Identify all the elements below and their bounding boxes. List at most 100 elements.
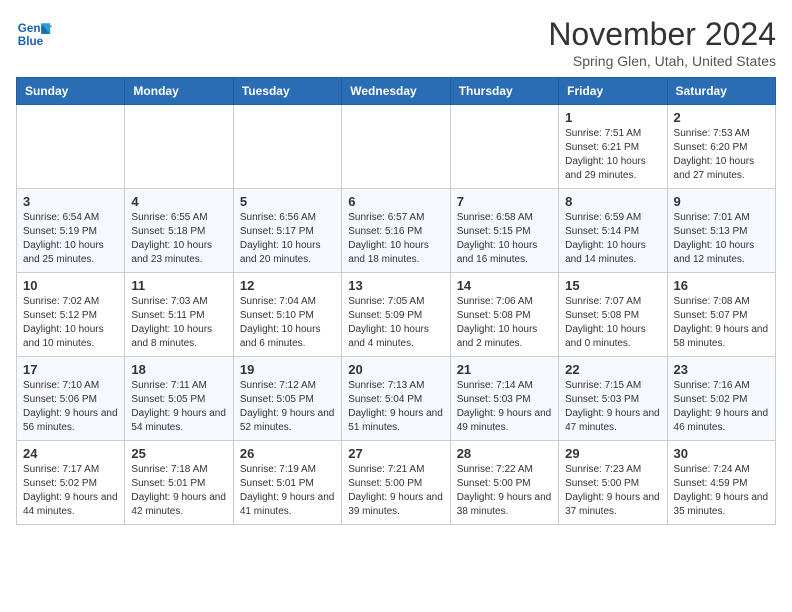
calendar-cell: 1 Sunrise: 7:51 AM Sunset: 6:21 PM Daylig… bbox=[559, 105, 667, 189]
day-number: 23 bbox=[674, 362, 769, 377]
day-number: 11 bbox=[131, 278, 226, 293]
day-number: 21 bbox=[457, 362, 552, 377]
day-info: Sunrise: 7:03 AM Sunset: 5:11 PM Dayligh… bbox=[131, 295, 226, 351]
day-info: Sunrise: 7:53 AM Sunset: 6:20 PM Dayligh… bbox=[674, 127, 769, 183]
day-number: 15 bbox=[565, 278, 660, 293]
day-header-saturday: Saturday bbox=[667, 78, 775, 105]
calendar-cell: 27 Sunrise: 7:21 AM Sunset: 5:00 PM Dayli… bbox=[342, 441, 450, 525]
day-header-tuesday: Tuesday bbox=[233, 78, 341, 105]
day-number: 9 bbox=[674, 194, 769, 209]
day-number: 14 bbox=[457, 278, 552, 293]
calendar-cell: 13 Sunrise: 7:05 AM Sunset: 5:09 PM Dayli… bbox=[342, 273, 450, 357]
day-info: Sunrise: 7:15 AM Sunset: 5:03 PM Dayligh… bbox=[565, 379, 660, 435]
day-header-wednesday: Wednesday bbox=[342, 78, 450, 105]
day-number: 19 bbox=[240, 362, 335, 377]
day-info: Sunrise: 7:21 AM Sunset: 5:00 PM Dayligh… bbox=[348, 463, 443, 519]
day-info: Sunrise: 7:16 AM Sunset: 5:02 PM Dayligh… bbox=[674, 379, 769, 435]
calendar-cell: 19 Sunrise: 7:12 AM Sunset: 5:05 PM Dayli… bbox=[233, 357, 341, 441]
day-info: Sunrise: 7:05 AM Sunset: 5:09 PM Dayligh… bbox=[348, 295, 443, 351]
calendar-table: SundayMondayTuesdayWednesdayThursdayFrid… bbox=[16, 77, 776, 525]
day-info: Sunrise: 6:55 AM Sunset: 5:18 PM Dayligh… bbox=[131, 211, 226, 267]
calendar-cell: 23 Sunrise: 7:16 AM Sunset: 5:02 PM Dayli… bbox=[667, 357, 775, 441]
calendar-cell: 24 Sunrise: 7:17 AM Sunset: 5:02 PM Dayli… bbox=[17, 441, 125, 525]
day-number: 2 bbox=[674, 110, 769, 125]
day-number: 18 bbox=[131, 362, 226, 377]
logo-icon: General Blue bbox=[16, 16, 52, 52]
day-info: Sunrise: 6:57 AM Sunset: 5:16 PM Dayligh… bbox=[348, 211, 443, 267]
day-info: Sunrise: 6:54 AM Sunset: 5:19 PM Dayligh… bbox=[23, 211, 118, 267]
week-row-2: 3 Sunrise: 6:54 AM Sunset: 5:19 PM Daylig… bbox=[17, 189, 776, 273]
calendar-cell bbox=[342, 105, 450, 189]
calendar-cell: 18 Sunrise: 7:11 AM Sunset: 5:05 PM Dayli… bbox=[125, 357, 233, 441]
day-info: Sunrise: 7:02 AM Sunset: 5:12 PM Dayligh… bbox=[23, 295, 118, 351]
calendar-cell: 5 Sunrise: 6:56 AM Sunset: 5:17 PM Daylig… bbox=[233, 189, 341, 273]
calendar-cell: 30Sunrise: 7:24 AM Sunset: 4:59 PM Dayli… bbox=[667, 441, 775, 525]
day-number: 28 bbox=[457, 446, 552, 461]
day-info: Sunrise: 6:56 AM Sunset: 5:17 PM Dayligh… bbox=[240, 211, 335, 267]
calendar-cell: 28 Sunrise: 7:22 AM Sunset: 5:00 PM Dayli… bbox=[450, 441, 558, 525]
calendar-cell: 12 Sunrise: 7:04 AM Sunset: 5:10 PM Dayli… bbox=[233, 273, 341, 357]
week-row-1: 1 Sunrise: 7:51 AM Sunset: 6:21 PM Daylig… bbox=[17, 105, 776, 189]
day-info: Sunrise: 7:07 AM Sunset: 5:08 PM Dayligh… bbox=[565, 295, 660, 351]
day-info: Sunrise: 7:18 AM Sunset: 5:01 PM Dayligh… bbox=[131, 463, 226, 519]
svg-text:Blue: Blue bbox=[18, 35, 44, 48]
day-info: Sunrise: 7:11 AM Sunset: 5:05 PM Dayligh… bbox=[131, 379, 226, 435]
day-number: 29 bbox=[565, 446, 660, 461]
calendar-cell: 21 Sunrise: 7:14 AM Sunset: 5:03 PM Dayli… bbox=[450, 357, 558, 441]
day-number: 8 bbox=[565, 194, 660, 209]
day-number: 4 bbox=[131, 194, 226, 209]
calendar-cell: 4 Sunrise: 6:55 AM Sunset: 5:18 PM Daylig… bbox=[125, 189, 233, 273]
calendar-cell: 25 Sunrise: 7:18 AM Sunset: 5:01 PM Dayli… bbox=[125, 441, 233, 525]
day-number: 25 bbox=[131, 446, 226, 461]
day-number: 30 bbox=[674, 446, 769, 461]
page-header: General Blue November 2024 Spring Glen, … bbox=[16, 16, 776, 69]
calendar-cell bbox=[233, 105, 341, 189]
day-number: 22 bbox=[565, 362, 660, 377]
day-number: 6 bbox=[348, 194, 443, 209]
day-number: 26 bbox=[240, 446, 335, 461]
week-row-3: 10 Sunrise: 7:02 AM Sunset: 5:12 PM Dayli… bbox=[17, 273, 776, 357]
day-info: Sunrise: 7:12 AM Sunset: 5:05 PM Dayligh… bbox=[240, 379, 335, 435]
calendar-cell: 2 Sunrise: 7:53 AM Sunset: 6:20 PM Daylig… bbox=[667, 105, 775, 189]
day-info: Sunrise: 6:59 AM Sunset: 5:14 PM Dayligh… bbox=[565, 211, 660, 267]
day-number: 3 bbox=[23, 194, 118, 209]
day-number: 1 bbox=[565, 110, 660, 125]
calendar-cell: 10 Sunrise: 7:02 AM Sunset: 5:12 PM Dayli… bbox=[17, 273, 125, 357]
day-header-sunday: Sunday bbox=[17, 78, 125, 105]
calendar-cell: 7Sunrise: 6:58 AM Sunset: 5:15 PM Daylig… bbox=[450, 189, 558, 273]
calendar-cell: 6 Sunrise: 6:57 AM Sunset: 5:16 PM Daylig… bbox=[342, 189, 450, 273]
day-info: Sunrise: 7:06 AM Sunset: 5:08 PM Dayligh… bbox=[457, 295, 552, 351]
day-info: Sunrise: 7:01 AM Sunset: 5:13 PM Dayligh… bbox=[674, 211, 769, 267]
day-number: 5 bbox=[240, 194, 335, 209]
day-number: 16 bbox=[674, 278, 769, 293]
day-number: 27 bbox=[348, 446, 443, 461]
day-number: 13 bbox=[348, 278, 443, 293]
day-info: Sunrise: 6:58 AM Sunset: 5:15 PM Dayligh… bbox=[457, 211, 552, 267]
week-row-4: 17Sunrise: 7:10 AM Sunset: 5:06 PM Dayli… bbox=[17, 357, 776, 441]
calendar-cell: 17Sunrise: 7:10 AM Sunset: 5:06 PM Dayli… bbox=[17, 357, 125, 441]
day-info: Sunrise: 7:14 AM Sunset: 5:03 PM Dayligh… bbox=[457, 379, 552, 435]
day-header-monday: Monday bbox=[125, 78, 233, 105]
calendar-cell: 26Sunrise: 7:19 AM Sunset: 5:01 PM Dayli… bbox=[233, 441, 341, 525]
day-info: Sunrise: 7:22 AM Sunset: 5:00 PM Dayligh… bbox=[457, 463, 552, 519]
day-number: 20 bbox=[348, 362, 443, 377]
title-block: November 2024 Spring Glen, Utah, United … bbox=[548, 16, 776, 69]
day-info: Sunrise: 7:04 AM Sunset: 5:10 PM Dayligh… bbox=[240, 295, 335, 351]
calendar-cell: 29Sunrise: 7:23 AM Sunset: 5:00 PM Dayli… bbox=[559, 441, 667, 525]
day-info: Sunrise: 7:51 AM Sunset: 6:21 PM Dayligh… bbox=[565, 127, 660, 183]
day-number: 12 bbox=[240, 278, 335, 293]
month-title: November 2024 bbox=[548, 16, 776, 53]
location: Spring Glen, Utah, United States bbox=[548, 53, 776, 69]
day-header-thursday: Thursday bbox=[450, 78, 558, 105]
calendar-cell: 3 Sunrise: 6:54 AM Sunset: 5:19 PM Daylig… bbox=[17, 189, 125, 273]
day-number: 10 bbox=[23, 278, 118, 293]
calendar-cell: 16Sunrise: 7:08 AM Sunset: 5:07 PM Dayli… bbox=[667, 273, 775, 357]
calendar-cell: 9 Sunrise: 7:01 AM Sunset: 5:13 PM Daylig… bbox=[667, 189, 775, 273]
day-number: 17 bbox=[23, 362, 118, 377]
calendar-cell bbox=[125, 105, 233, 189]
calendar-cell: 14 Sunrise: 7:06 AM Sunset: 5:08 PM Dayli… bbox=[450, 273, 558, 357]
day-info: Sunrise: 7:17 AM Sunset: 5:02 PM Dayligh… bbox=[23, 463, 118, 519]
calendar-cell: 20Sunrise: 7:13 AM Sunset: 5:04 PM Dayli… bbox=[342, 357, 450, 441]
day-number: 24 bbox=[23, 446, 118, 461]
calendar-cell: 8 Sunrise: 6:59 AM Sunset: 5:14 PM Daylig… bbox=[559, 189, 667, 273]
